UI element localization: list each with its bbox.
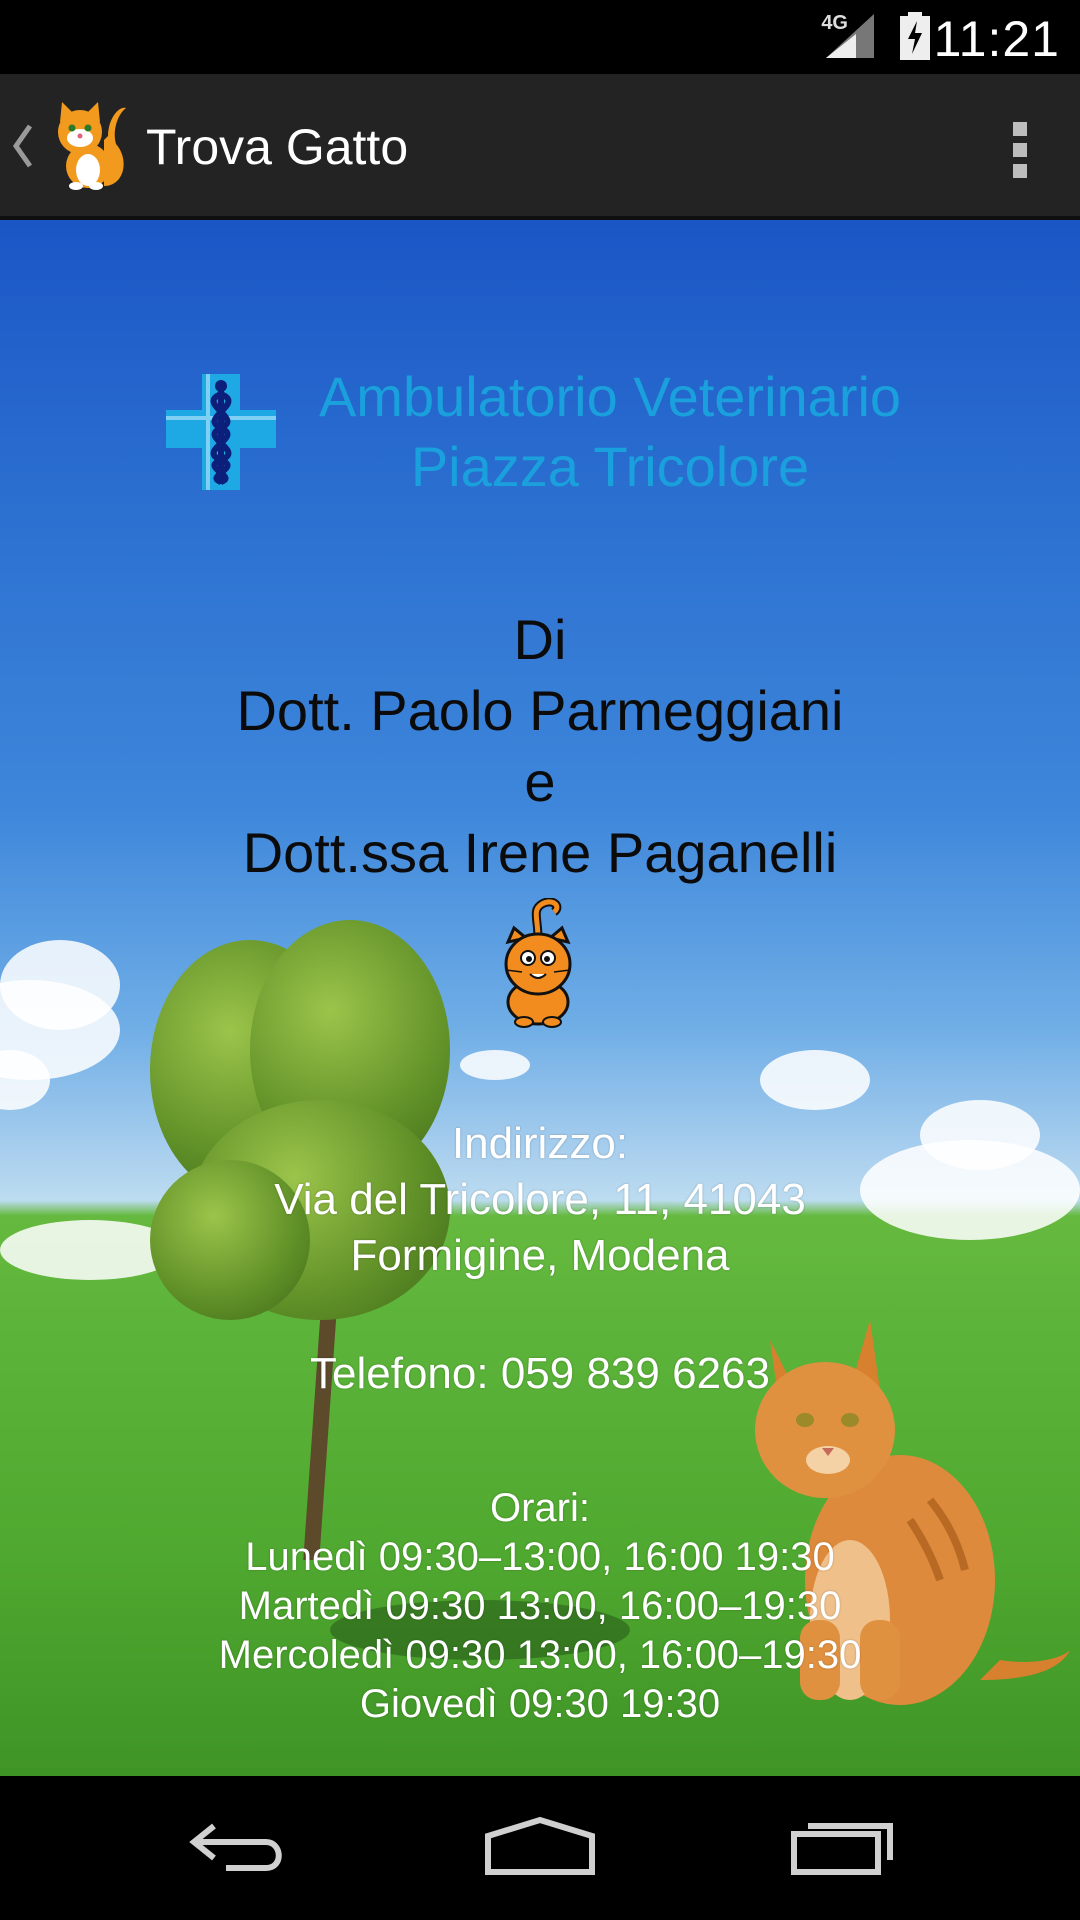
- home-icon[interactable]: [484, 1816, 596, 1876]
- address-block: Indirizzo: Via del Tricolore, 11, 41043 …: [0, 1116, 1080, 1284]
- doctors-line-e: e: [524, 750, 556, 813]
- doctor-name-1: Dott. Paolo Parmeggiani: [236, 679, 844, 742]
- hours-monday: Lunedì 09:30–13:00, 16:00 19:30: [245, 1535, 835, 1579]
- hours-block: Orari: Lunedì 09:30–13:00, 16:00 19:30 M…: [0, 1484, 1080, 1729]
- back-arrow-icon[interactable]: [186, 1816, 290, 1876]
- cloud: [0, 940, 120, 1030]
- doctor-name-2: Dott.ssa Irene Paganelli: [242, 821, 838, 884]
- cloud: [460, 1050, 530, 1080]
- clinic-name: Ambulatorio Veterinario Piazza Tricolore: [290, 362, 930, 502]
- hours-label: Orari:: [490, 1486, 590, 1530]
- overflow-menu-icon[interactable]: [1008, 118, 1032, 182]
- cloud: [760, 1050, 870, 1110]
- status-bar: 4G 11:21: [0, 0, 1080, 74]
- chevron-left-icon[interactable]: [10, 120, 34, 172]
- hours-tuesday: Martedì 09:30 13:00, 16:00–19:30: [238, 1584, 842, 1628]
- phone-block: Telefono: 059 839 6263: [0, 1346, 1080, 1402]
- phone-number[interactable]: Telefono: 059 839 6263: [0, 1346, 1080, 1402]
- doctors-line-di: Di: [513, 608, 567, 671]
- address-line1: Via del Tricolore, 11, 41043: [274, 1175, 806, 1224]
- hours-wednesday: Mercoledì 09:30 13:00, 16:00–19:30: [218, 1633, 862, 1677]
- cartoon-cat-icon: [504, 898, 572, 1028]
- doctors-block: Di Dott. Paolo Parmeggiani e Dott.ssa Ir…: [0, 604, 1080, 888]
- navigation-bar: [0, 1776, 1080, 1920]
- clinic-name-line2: Piazza Tricolore: [410, 435, 810, 498]
- address-label: Indirizzo:: [451, 1119, 629, 1168]
- clinic-name-line1: Ambulatorio Veterinario: [318, 365, 902, 428]
- battery-charging-icon: [900, 12, 930, 60]
- hours-thursday: Giovedì 09:30 19:30: [359, 1682, 721, 1726]
- recents-icon[interactable]: [790, 1816, 898, 1876]
- clock: 11:21: [933, 11, 1060, 67]
- action-bar: Trova Gatto: [0, 74, 1080, 220]
- address-line2: Formigine, Modena: [350, 1231, 730, 1280]
- cat-icon[interactable]: [46, 100, 130, 190]
- app-title: Trova Gatto: [146, 119, 409, 175]
- signal-icon: [826, 14, 874, 58]
- veterinary-logo: [166, 374, 276, 490]
